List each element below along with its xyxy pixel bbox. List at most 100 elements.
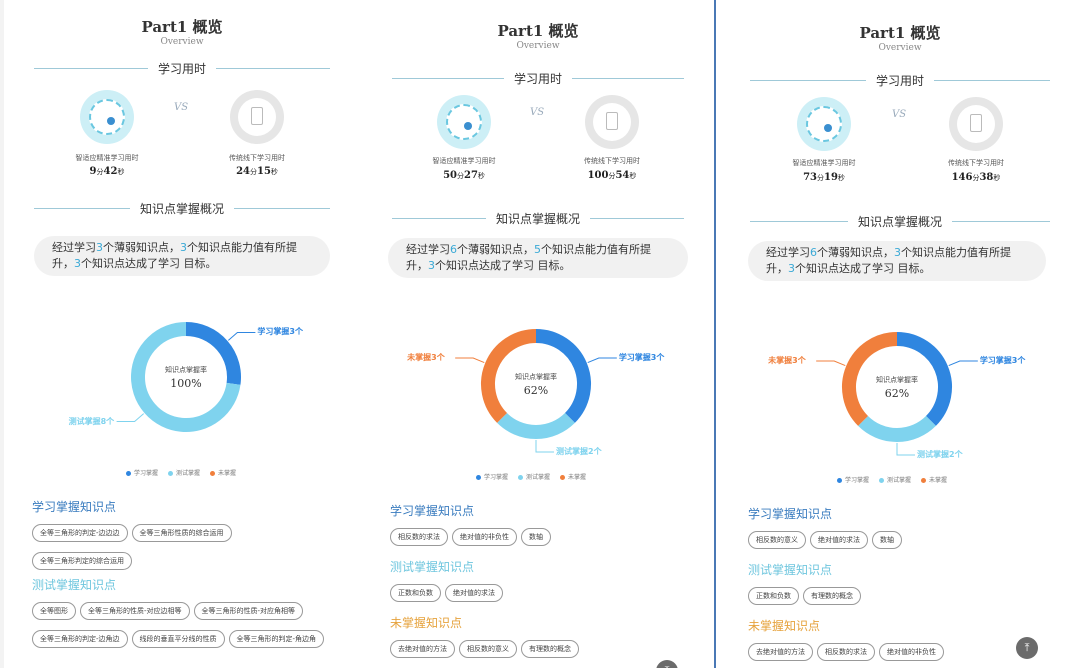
smart-learning-icon — [80, 90, 134, 144]
mastery-heading: 知识点掌握概况 — [750, 213, 1050, 229]
knowledge-tag[interactable]: 全等三角形的性质-对应角相等 — [193, 602, 304, 620]
smart-time-caption: 智适应精准学习用时 — [792, 159, 856, 167]
offline-time-value: 100分54秒 — [587, 170, 637, 181]
smart-time-value: 50分27秒 — [443, 170, 485, 181]
knowledge-tag[interactable]: 相反数的求法 — [817, 643, 875, 661]
section-heading-text: 知识点掌握概况 — [485, 212, 590, 226]
clipboard-icon — [949, 97, 1003, 151]
knowledge-tag[interactable]: 全等图形 — [32, 602, 76, 620]
donut-center-value: 62% — [523, 384, 549, 397]
knowledge-tag-list: 相反数的意义 绝对值的求法 数轴 — [748, 527, 1048, 555]
knowledge-tag[interactable]: 正数和负数 — [390, 584, 441, 602]
legend-swatch — [476, 475, 481, 480]
knowledge-tag[interactable]: 相反数的求法 — [390, 528, 448, 546]
legend-item: 学习掌握 — [484, 474, 509, 481]
report-panel-2: Part1 概览 Overview 学习用时 VS 智适应精准学习用时 50分27秒 传统线… — [362, 0, 714, 668]
legend-item: 测试掌握 — [526, 474, 551, 481]
leader-line — [587, 357, 617, 364]
donut-center-label: 知识点掌握率 — [165, 366, 207, 374]
knowledge-group-title: 测试掌握知识点 — [748, 563, 833, 577]
mastery-summary: 经过学习3个薄弱知识点，3个知识点能力值有所提升，3个知识点达成了学习 目标。 — [34, 236, 330, 276]
knowledge-tag[interactable]: 全等三角形性质的综合运用 — [131, 524, 232, 542]
knowledge-tag[interactable]: 绝对值的求法 — [445, 584, 503, 602]
knowledge-tag-list: 正数和负数 绝对值的求法 — [390, 580, 690, 608]
clipboard-icon — [230, 90, 284, 144]
report-panel-1: Part1 概览 Overview 学习用时 VS 智适应精准学习用时 9分42秒 传统线下… — [4, 0, 360, 668]
knowledge-tag[interactable]: 绝对值的非负性 — [452, 528, 517, 546]
back-to-top-button[interactable]: ⤒ — [1016, 637, 1038, 659]
donut-slice-学习掌握 — [185, 322, 241, 385]
knowledge-tag-list: 正数和负数 有理数的概念 — [748, 583, 1048, 611]
versus-label: VS — [892, 109, 907, 120]
knowledge-tag[interactable]: 正数和负数 — [748, 587, 799, 605]
versus-label: VS — [530, 107, 545, 118]
knowledge-tag[interactable]: 全等三角形判定的综合运用 — [32, 552, 132, 570]
knowledge-tag[interactable]: 有理数的概念 — [521, 640, 579, 658]
knowledge-tag[interactable]: 全等三角形的判定-边边边 — [32, 524, 128, 542]
mastery-summary: 经过学习6个薄弱知识点，5个知识点能力值有所提升，3个知识点达成了学习 目标。 — [388, 238, 688, 278]
legend-swatch — [518, 475, 524, 480]
offline-time-value: 146分38秒 — [951, 172, 1001, 183]
smart-learning-icon — [797, 97, 851, 151]
donut-center-value: 100% — [170, 377, 202, 390]
legend-item: 未掌握 — [929, 477, 948, 484]
mastery-heading: 知识点掌握概况 — [392, 210, 684, 226]
donut-center-label: 知识点掌握率 — [515, 373, 557, 381]
section-heading-text: 学习用时 — [503, 72, 572, 86]
page-subtitle: Overview — [160, 37, 204, 47]
legend-swatch — [837, 478, 842, 483]
legend-item: 测试掌握 — [887, 477, 912, 484]
legend-item: 学习掌握 — [134, 470, 159, 477]
legend-item: 测试掌握 — [176, 470, 201, 477]
knowledge-tag[interactable]: 相反数的意义 — [748, 531, 806, 549]
knowledge-tag-list: 去绝对值的方法 相反数的意义 有理数的概念 — [390, 636, 690, 664]
knowledge-group-title: 测试掌握知识点 — [390, 560, 475, 574]
donut-center-value: 62% — [884, 387, 910, 400]
knowledge-group-title: 学习掌握知识点 — [32, 500, 117, 514]
knowledge-tag[interactable]: 绝对值的求法 — [810, 531, 868, 549]
knowledge-tag[interactable]: 绝对值的非负性 — [879, 643, 944, 661]
leader-line — [816, 360, 846, 367]
knowledge-tag[interactable]: 全等三角形的判定-角边角 — [228, 630, 325, 648]
smart-time-caption: 智适应精准学习用时 — [432, 157, 496, 165]
knowledge-tag[interactable]: 数轴 — [521, 528, 551, 546]
page-title: Part1 概览 — [141, 18, 223, 36]
leader-line — [116, 413, 145, 423]
chart-legend: 学习掌握 测试掌握 未掌握 — [116, 468, 236, 477]
smart-time-value: 73分19秒 — [803, 172, 845, 183]
versus-label: VS — [174, 102, 189, 113]
legend-swatch — [560, 475, 566, 480]
legend-swatch — [168, 471, 174, 476]
knowledge-tag[interactable]: 数轴 — [872, 531, 902, 549]
chart-legend: 学习掌握 测试掌握 未掌握 — [827, 475, 947, 484]
leader-line — [535, 440, 554, 453]
mastery-summary: 经过学习6个薄弱知识点，3个知识点能力值有所提升，3个知识点达成了学习 目标。 — [748, 241, 1046, 281]
section-heading-text: 知识点掌握概况 — [847, 215, 952, 229]
page-subtitle: Overview — [516, 41, 560, 51]
knowledge-tag[interactable]: 全等三角形的性质-对应边相等 — [80, 602, 190, 620]
arrow-up-to-line-icon: ⤒ — [665, 664, 670, 668]
page-title: Part1 概览 — [859, 24, 941, 42]
knowledge-tag[interactable]: 有理数的概念 — [803, 587, 861, 605]
knowledge-tag-list: 全等图形 全等三角形的性质-对应边相等 全等三角形的性质-对应角相等全等三角形的判定… — [32, 598, 332, 654]
knowledge-tag[interactable]: 去绝对值的方法 — [390, 640, 455, 658]
page-title: Part1 概览 — [497, 22, 579, 40]
legend-item: 未掌握 — [218, 470, 237, 477]
clipboard-icon — [585, 95, 639, 149]
study-time-heading: 学习用时 — [392, 70, 684, 86]
knowledge-tag[interactable]: 全等三角形的判定-边角边 — [32, 630, 128, 648]
knowledge-group-title: 学习掌握知识点 — [390, 504, 475, 518]
knowledge-tag[interactable]: 去绝对值的方法 — [748, 643, 813, 661]
knowledge-tag-list: 全等三角形的判定-边边边 全等三角形性质的综合运用全等三角形判定的综合运用 — [32, 520, 332, 576]
smart-time-caption: 智适应精准学习用时 — [75, 154, 139, 162]
page-subtitle: Overview — [878, 43, 922, 53]
knowledge-tag[interactable]: 线段的垂直平分线的性质 — [131, 630, 225, 648]
offline-time-caption: 传统线下学习用时 — [229, 154, 285, 162]
donut-slice-测试掌握 — [497, 412, 575, 439]
chart-legend: 学习掌握 测试掌握 未掌握 — [466, 472, 586, 481]
offline-time-caption: 传统线下学习用时 — [948, 159, 1004, 167]
knowledge-tag[interactable]: 相反数的意义 — [459, 640, 517, 658]
offline-time-value: 24分15秒 — [236, 166, 278, 177]
leader-line — [227, 331, 256, 341]
legend-swatch — [879, 478, 885, 483]
